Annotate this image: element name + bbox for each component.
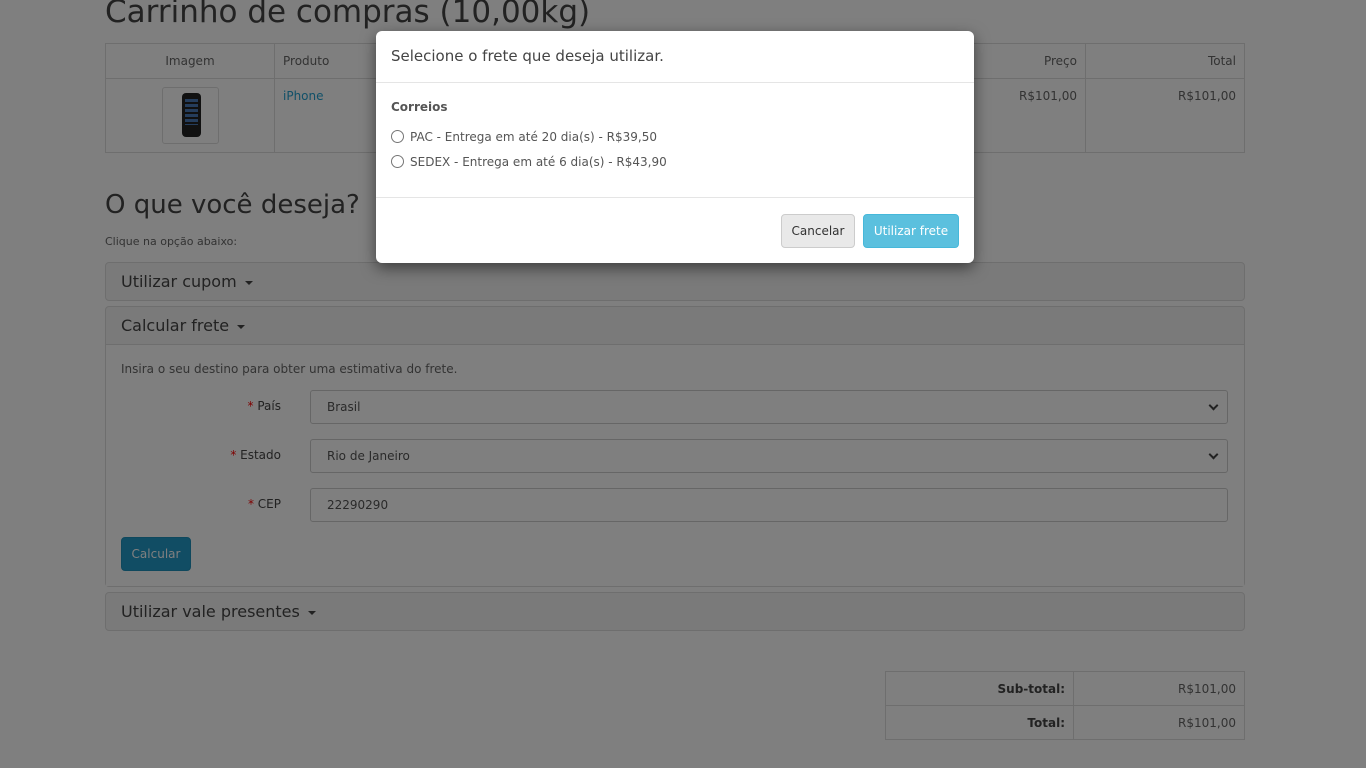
shipping-option-label: SEDEX - Entrega em até 6 dia(s) - R$43,9… bbox=[410, 155, 667, 169]
radio-button[interactable] bbox=[391, 155, 404, 168]
shipping-option-pac[interactable]: PAC - Entrega em até 20 dia(s) - R$39,50 bbox=[391, 130, 657, 144]
use-shipping-button[interactable]: Utilizar frete bbox=[863, 214, 959, 248]
modal-title: Selecione o frete que deseja utilizar. bbox=[376, 31, 974, 83]
shipping-modal: Selecione o frete que deseja utilizar. C… bbox=[376, 31, 974, 263]
cancel-button[interactable]: Cancelar bbox=[781, 214, 855, 248]
carrier-group-label: Correios bbox=[391, 100, 448, 114]
radio-button[interactable] bbox=[391, 130, 404, 143]
modal-body: Correios PAC - Entrega em até 20 dia(s) … bbox=[376, 83, 974, 198]
shipping-option-label: PAC - Entrega em até 20 dia(s) - R$39,50 bbox=[410, 130, 657, 144]
shipping-option-sedex[interactable]: SEDEX - Entrega em até 6 dia(s) - R$43,9… bbox=[391, 155, 667, 169]
